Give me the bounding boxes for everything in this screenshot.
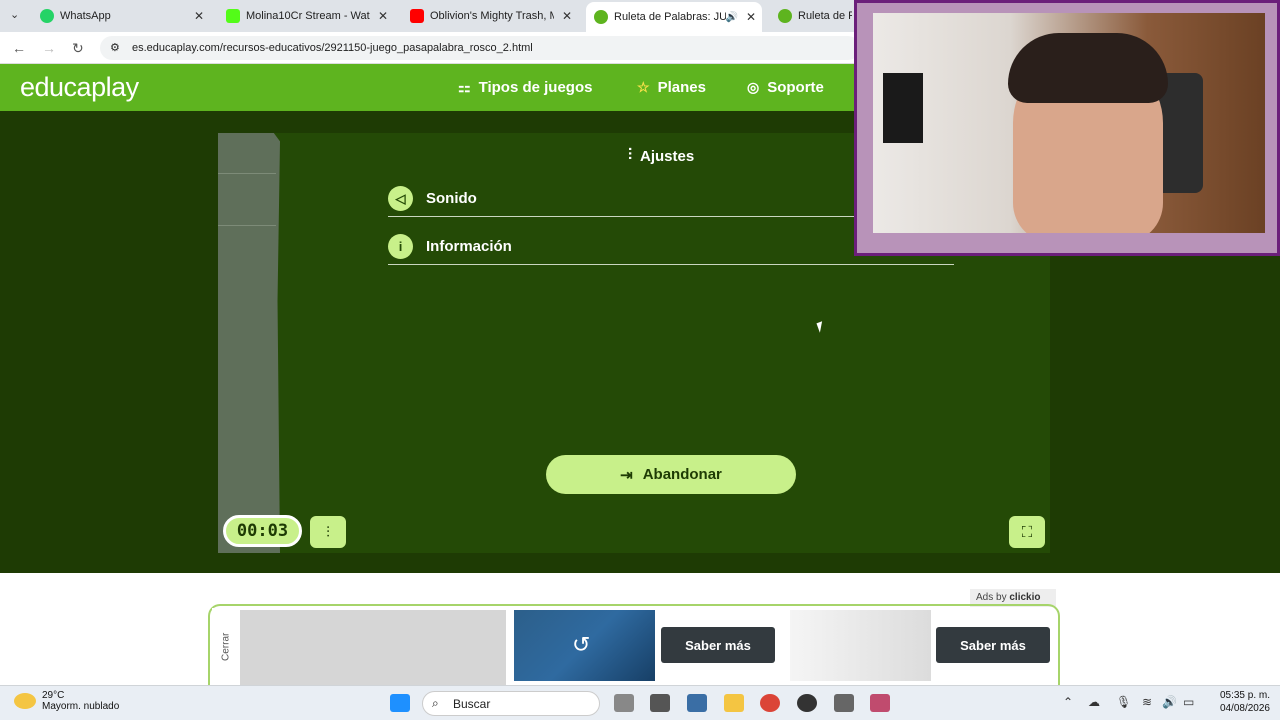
store-icon[interactable] [650, 694, 670, 712]
tray-chevron-icon[interactable]: ⌃ [1063, 695, 1073, 709]
settings-title: ⫶ Ajustes [628, 147, 694, 165]
fullscreen-button[interactable]: ⛶ [1009, 516, 1045, 548]
educaplay-logo[interactable]: educaplay [20, 72, 139, 103]
ad-cta-button-2[interactable]: Saber más [936, 627, 1050, 663]
calculator-icon[interactable] [687, 694, 707, 712]
educaplay-icon [594, 10, 608, 24]
educaplay-icon [778, 9, 792, 23]
nav-tipos-de-juegos[interactable]: ⚏ Tipos de juegos [458, 79, 592, 96]
tab-whatsapp[interactable]: WhatsApp ✕ [32, 4, 210, 28]
clock-time: 05:35 p. m. [1219, 690, 1270, 701]
ad-placeholder [240, 610, 506, 685]
windows-taskbar: 29°C Mayorm. nublado ⌕ Buscar ⌃ ☁ 🎙 ≋ 🔊 … [0, 685, 1280, 720]
exit-icon: ⇥ [620, 466, 633, 484]
divider [218, 173, 276, 174]
windows-start-icon[interactable] [390, 694, 410, 712]
mic-icon[interactable]: 🎙 [1116, 695, 1131, 709]
tab-title: Oblivion's Mighty Trash, Ma [430, 10, 554, 22]
tab-title: WhatsApp [60, 10, 111, 22]
ads-by-text: Ads by [976, 592, 1007, 603]
sliders-icon: ⫶ [628, 147, 633, 164]
speaker-icon: ◁ [388, 186, 413, 211]
wifi-icon[interactable]: ≋ [1142, 695, 1152, 709]
fullscreen-icon: ⛶ [1021, 523, 1033, 541]
ad-image-cerave-1[interactable]: ↺ [514, 610, 655, 681]
tab-close-icon[interactable]: ✕ [746, 10, 756, 24]
row-label: Información [426, 238, 512, 255]
site-info-icon[interactable]: ⚙ [110, 41, 120, 54]
settings-gear-icon[interactable] [834, 694, 854, 712]
divider [218, 225, 276, 226]
game-timer: 00:03 [223, 515, 302, 547]
weather-widget[interactable]: 29°C Mayorm. nublado [14, 690, 119, 712]
info-icon: i [388, 234, 413, 259]
games-icon: ⚏ [458, 79, 471, 95]
ad-cta-button-1[interactable]: Saber más [661, 627, 775, 663]
url-text: es.educaplay.com/recursos-educativos/292… [132, 42, 533, 54]
nav-soporte[interactable]: ◎ Soporte [747, 79, 824, 96]
tab-audio-icon[interactable]: 🔊 [726, 12, 738, 23]
nav-label: Tipos de juegos [478, 79, 593, 96]
streamer-hair [1008, 33, 1168, 103]
volume-icon[interactable]: 🔊 [1162, 695, 1177, 709]
search-label: Buscar [453, 697, 491, 711]
replay-icon[interactable]: ↺ [572, 632, 590, 658]
ad-image-cerave-2[interactable] [790, 610, 931, 681]
task-view-icon[interactable] [614, 694, 634, 712]
taskbar-search[interactable]: ⌕ Buscar [422, 691, 600, 716]
obs-icon[interactable] [797, 694, 817, 712]
nav-planes[interactable]: ☆ Planes [637, 79, 706, 96]
abandon-button[interactable]: ⇥ Abandonar [546, 455, 796, 494]
webcam-overlay [854, 0, 1280, 256]
ads-brand: clickio [1009, 592, 1041, 603]
weather-desc: Mayorm. nublado [42, 701, 120, 712]
nav-label: Soporte [767, 79, 824, 96]
row-label: Sonido [426, 190, 477, 207]
tab-ruleta-active[interactable]: Ruleta de Palabras: JUEG 🔊 ✕ [586, 2, 762, 32]
app-pink-icon[interactable] [870, 694, 890, 712]
tab-youtube[interactable]: Oblivion's Mighty Trash, Ma ✕ [402, 4, 578, 28]
tab-close-icon[interactable]: ✕ [194, 9, 204, 23]
settings-title-text: Ajustes [640, 147, 695, 165]
youtube-icon [410, 9, 424, 23]
background-tv [883, 73, 923, 143]
tab-close-icon[interactable]: ✕ [562, 9, 572, 23]
clock[interactable]: 05:35 p. m. 04/08/2026 [1220, 689, 1270, 715]
tab-title: Ruleta de Pa [798, 10, 852, 22]
star-icon: ☆ [637, 79, 650, 95]
tab-title: Molina10Cr Stream - Watch [246, 10, 370, 22]
battery-icon[interactable]: ▭ [1183, 695, 1194, 709]
url-input[interactable]: ⚙ es.educaplay.com/recursos-educativos/2… [100, 36, 860, 60]
reload-icon[interactable]: ↻ [72, 40, 84, 57]
forward-icon[interactable]: → [42, 40, 56, 56]
abandon-label: Abandonar [642, 466, 722, 483]
chrome-icon[interactable] [760, 694, 780, 712]
tab-search-chevron-icon[interactable]: ⌄ [10, 8, 19, 21]
tab-ruleta-2[interactable]: Ruleta de Pa [770, 4, 860, 28]
lifebuoy-icon: ◎ [747, 79, 760, 95]
ad-close-button[interactable]: Cerrar [212, 608, 240, 685]
search-icon: ⌕ [432, 696, 439, 710]
tab-kick-stream[interactable]: Molina10Cr Stream - Watch ✕ [218, 4, 394, 28]
whatsapp-icon [40, 9, 54, 23]
game-side-peek [218, 133, 280, 553]
weather-temp: 29°C [42, 690, 65, 701]
nav-label: Planes [657, 79, 706, 96]
onedrive-icon[interactable]: ☁ [1088, 695, 1100, 709]
settings-toggle-button[interactable]: ⫶ [310, 516, 346, 548]
clock-date: 04/08/2026 [1219, 703, 1270, 714]
webcam-video [873, 13, 1265, 233]
kick-icon [226, 9, 240, 23]
weather-cloud-icon [14, 693, 36, 709]
back-icon[interactable]: ← [12, 40, 26, 56]
tab-close-icon[interactable]: ✕ [378, 9, 388, 23]
file-explorer-icon[interactable] [724, 694, 744, 712]
tab-title: Ruleta de Palabras: JUEG [614, 11, 726, 23]
sliders-icon: ⫶ [326, 523, 330, 541]
